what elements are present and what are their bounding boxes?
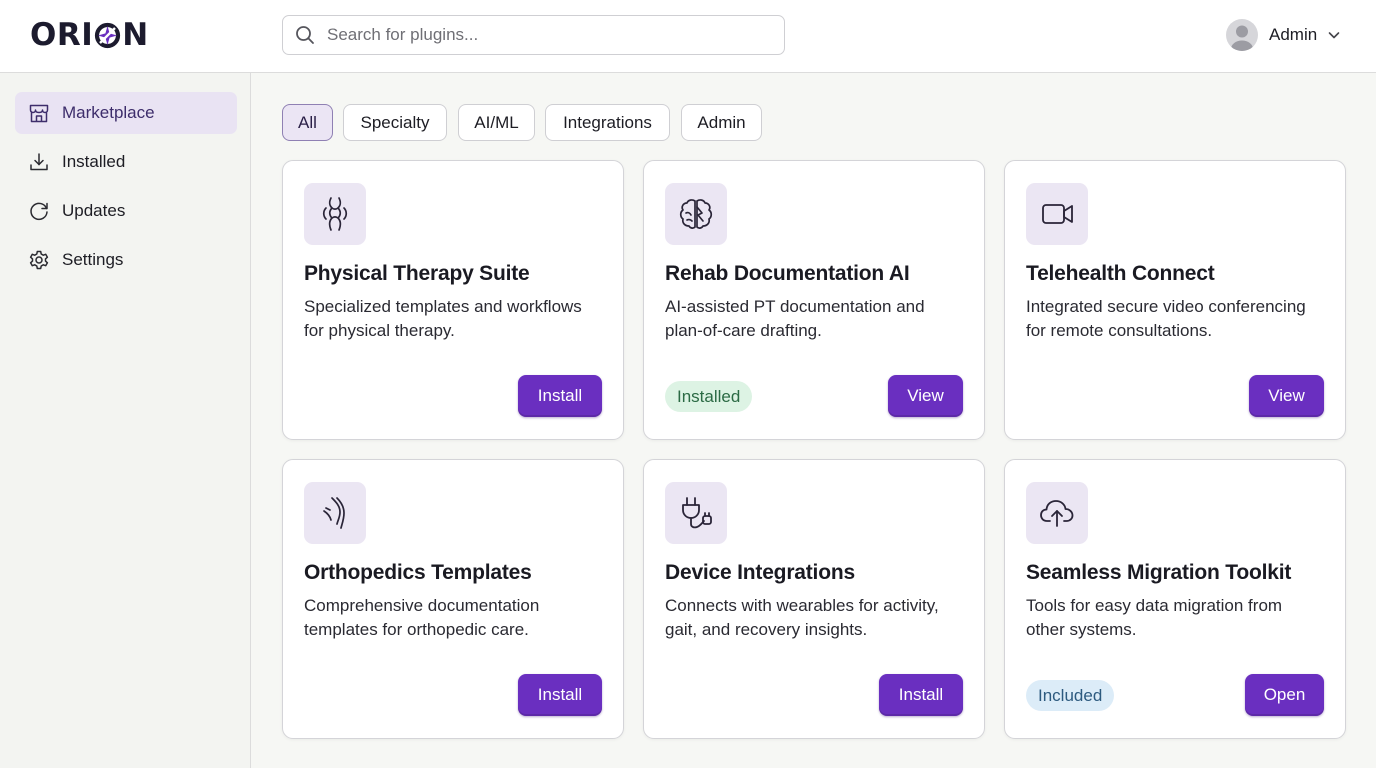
user-menu[interactable]: Admin [1226, 17, 1341, 53]
card-description-line: Integrated secure video conferencing [1026, 297, 1306, 316]
install-button[interactable]: Install [879, 674, 963, 716]
orion-logo[interactable]: ORI N [30, 17, 149, 53]
filter-specialty[interactable]: Specialty [343, 104, 447, 141]
card-description-line: plan-of-care drafting. [665, 321, 822, 340]
search-input[interactable] [327, 17, 784, 53]
card-description: Specialized templates and workflows for … [304, 295, 609, 343]
sidebar-item-label: Settings [62, 250, 124, 269]
cloud-upload-icon [1026, 482, 1088, 544]
sidebar: Marketplace Installed Updates Settings [0, 73, 251, 768]
sidebar-item-label: Updates [62, 201, 126, 220]
sidebar-item-settings[interactable]: Settings [15, 239, 237, 281]
plugin-card-device-integrations: Device Integrations Connects with wearab… [643, 459, 985, 739]
card-description-line: Connects with wearables for activity, [665, 596, 939, 615]
plugin-card-seamless-migration-toolkit: Seamless Migration Toolkit Tools for eas… [1004, 459, 1346, 739]
gear-icon [28, 249, 50, 271]
plugin-card-rehab-documentation-ai: Rehab Documentation AI AI-assisted PT do… [643, 160, 985, 440]
storefront-icon [28, 102, 50, 124]
top-header: ORI N Admin [0, 0, 1376, 73]
view-button[interactable]: View [1249, 375, 1324, 417]
filter-all[interactable]: All [282, 104, 333, 141]
plugin-card-telehealth-connect: Telehealth Connect Integrated secure vid… [1004, 160, 1346, 440]
card-title: Telehealth Connect [1026, 262, 1215, 285]
avatar [1226, 19, 1258, 51]
card-description: AI-assisted PT documentation and plan-of… [665, 295, 970, 343]
card-description-line: Tools for easy data migration from [1026, 596, 1283, 615]
install-button[interactable]: Install [518, 674, 602, 716]
sidebar-item-installed[interactable]: Installed [15, 141, 237, 183]
joint-icon [304, 183, 366, 245]
view-button[interactable]: View [888, 375, 963, 417]
card-description: Comprehensive documentation templates fo… [304, 594, 609, 642]
bone-icon [304, 482, 366, 544]
filter-admin[interactable]: Admin [681, 104, 762, 141]
filter-integrations[interactable]: Integrations [545, 104, 670, 141]
open-button[interactable]: Open [1245, 674, 1324, 716]
card-description-line: for physical therapy. [304, 321, 455, 340]
card-description-line: AI-assisted PT documentation and [665, 297, 925, 316]
card-description-line: Comprehensive documentation [304, 596, 540, 615]
plugin-search-box[interactable] [282, 15, 785, 55]
brain-icon [665, 183, 727, 245]
card-description: Connects with wearables for activity, ga… [665, 594, 970, 642]
filter-ai-ml[interactable]: AI/ML [458, 104, 535, 141]
sidebar-item-label: Marketplace [62, 103, 155, 122]
card-description-line: templates for orthopedic care. [304, 620, 529, 639]
card-title: Device Integrations [665, 561, 855, 584]
card-description-line: other systems. [1026, 620, 1137, 639]
card-description-line: for remote consultations. [1026, 321, 1213, 340]
install-button[interactable]: Install [518, 375, 602, 417]
sidebar-item-marketplace[interactable]: Marketplace [15, 92, 237, 134]
logo-text-right: N [122, 17, 149, 53]
plug-icon [665, 482, 727, 544]
download-icon [28, 151, 50, 173]
logo-text-left: ORI [30, 17, 94, 53]
installed-badge: Installed [665, 381, 753, 412]
chevron-down-icon [1327, 28, 1341, 42]
card-title: Seamless Migration Toolkit [1026, 561, 1292, 584]
plugin-card-physical-therapy-suite: Physical Therapy Suite Specialized templ… [282, 160, 624, 440]
card-title: Rehab Documentation AI [665, 262, 910, 285]
card-description-line: Specialized templates and workflows [304, 297, 582, 316]
card-title: Physical Therapy Suite [304, 262, 530, 285]
card-description-line: gait, and recovery insights. [665, 620, 868, 639]
plugin-card-orthopedics-templates: Orthopedics Templates Comprehensive docu… [282, 459, 624, 739]
sidebar-item-label: Installed [62, 152, 126, 171]
logo-o-star-icon [94, 22, 121, 49]
card-description: Integrated secure video conferencing for… [1026, 295, 1331, 343]
search-icon [295, 25, 315, 45]
video-camera-icon [1026, 183, 1088, 245]
card-title: Orthopedics Templates [304, 561, 532, 584]
included-badge: Included [1026, 680, 1115, 711]
card-description: Tools for easy data migration from other… [1026, 594, 1331, 642]
sidebar-item-updates[interactable]: Updates [15, 190, 237, 232]
refresh-icon [28, 200, 50, 222]
user-name: Admin [1269, 25, 1318, 44]
